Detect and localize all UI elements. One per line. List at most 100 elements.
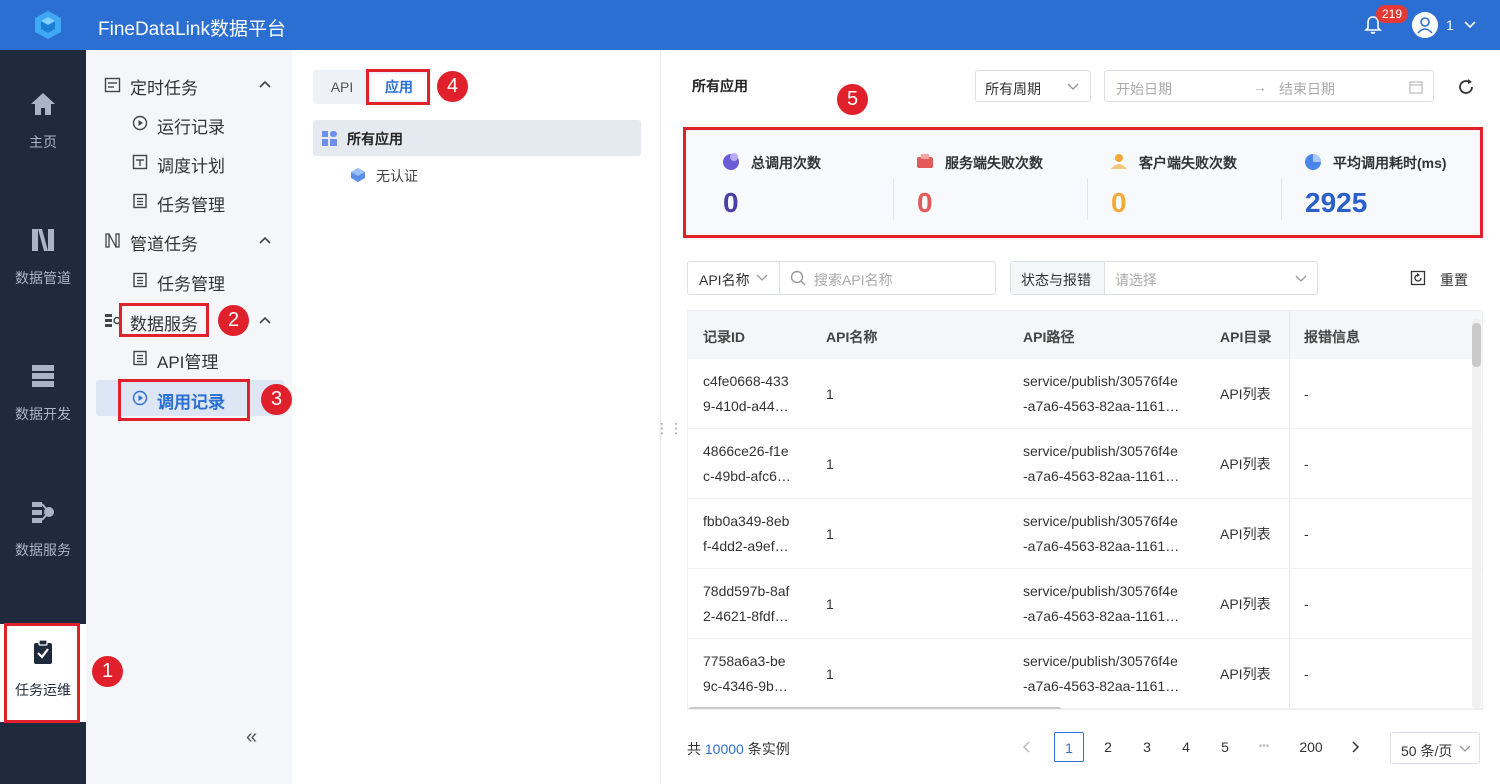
user-avatar-icon[interactable] — [1412, 12, 1438, 38]
cell-record-id: c-49bd-afc6… — [703, 468, 791, 484]
logo-cube-icon[interactable] — [32, 9, 64, 41]
sidebar-item-label: 运行记录 — [157, 118, 225, 137]
annotation-box-4 — [366, 69, 430, 105]
cell-error: - — [1304, 386, 1309, 402]
page-button[interactable]: 5 — [1210, 732, 1240, 762]
status-filter-label: 状态与报错 — [1021, 272, 1091, 288]
api-search-filter: API名称 搜索API名称 — [687, 261, 996, 295]
status-filter[interactable]: 状态与报错 请选择 — [1010, 261, 1318, 295]
annotation-box-2 — [119, 303, 209, 337]
rail-item-label: 数据服务 — [15, 542, 71, 558]
scrollbar-thumb[interactable] — [1472, 323, 1481, 367]
cell-api-name: 1 — [826, 386, 834, 402]
sidebar-item-run-records[interactable]: 运行记录 — [96, 105, 284, 141]
start-date-input[interactable]: 开始日期 — [1116, 79, 1172, 99]
page-ellipsis[interactable]: ••• — [1249, 732, 1279, 762]
data-service-icon — [32, 502, 54, 523]
tree-node-all-apps[interactable]: 所有应用 — [313, 120, 641, 156]
page-button[interactable]: 1 — [1054, 732, 1084, 762]
top-bar: FineDataLink数据平台 219 1 — [0, 0, 1500, 50]
annotation-marker: 3 — [261, 384, 292, 415]
cell-api-path: service/publish/30576f4e — [1023, 653, 1178, 669]
cell-record-id: 2-4621-8fdf… — [703, 608, 789, 624]
notification-badge: 219 — [1376, 5, 1409, 23]
column-header[interactable]: API名称 — [826, 327, 877, 347]
table-row[interactable]: c4fe0668-433 9-410d-a44… 1 service/publi… — [688, 359, 1482, 429]
cell-api-path: -a7a6-4563-82aa-1161… — [1023, 538, 1180, 554]
page-button[interactable]: 2 — [1093, 732, 1123, 762]
chevron-up-icon[interactable] — [258, 78, 272, 90]
tree-node-label: 所有应用 — [347, 131, 403, 147]
page-button[interactable]: 4 — [1171, 732, 1201, 762]
cell-record-id: c4fe0668-433 — [703, 373, 789, 389]
table-row[interactable]: 4866ce26-f1e c-49bd-afc6… 1 service/publ… — [688, 429, 1482, 499]
rail-item-data-service[interactable]: 数据服务 — [0, 498, 86, 598]
period-select[interactable]: 所有周期 — [975, 70, 1091, 102]
calendar-icon — [104, 77, 121, 93]
rail-item-dev[interactable]: 数据开发 — [0, 362, 86, 462]
user-name[interactable]: 1 — [1446, 17, 1454, 33]
cube-icon — [351, 168, 365, 182]
column-header[interactable]: 报错信息 — [1304, 327, 1360, 347]
table-row[interactable]: 7758a6a3-be 9c-4346-9b… 1 service/publis… — [688, 639, 1482, 709]
cell-api-path: -a7a6-4563-82aa-1161… — [1023, 678, 1180, 694]
cell-api-path: service/publish/30576f4e — [1023, 583, 1178, 599]
vertical-scrollbar[interactable] — [1472, 319, 1481, 709]
cell-api-path: -a7a6-4563-82aa-1161… — [1023, 468, 1180, 484]
cell-api-path: service/publish/30576f4e — [1023, 443, 1178, 459]
reset-icon — [1410, 270, 1426, 286]
table-row[interactable]: 78dd597b-8af 2-4621-8fdf… 1 service/publ… — [688, 569, 1482, 639]
rail-item-label: 数据管道 — [15, 270, 71, 286]
sidebar-item-pipeline-task-management[interactable]: 任务管理 — [96, 262, 284, 298]
refresh-icon[interactable] — [1456, 77, 1476, 97]
next-page-icon[interactable] — [1340, 732, 1370, 762]
rail-item-pipeline[interactable]: 数据管道 — [0, 226, 86, 326]
database-icon — [32, 365, 54, 387]
search-field-select[interactable]: API名称 — [688, 262, 780, 294]
table-row[interactable]: fbb0a349-8eb f-4dd2-a9ef… 1 service/publ… — [688, 499, 1482, 569]
page-size-select[interactable]: 50 条/页 — [1390, 732, 1480, 764]
column-header[interactable]: API目录 — [1220, 327, 1271, 347]
page-button[interactable]: 3 — [1132, 732, 1162, 762]
sidebar-group-pipeline[interactable]: 管道任务 — [86, 222, 292, 258]
search-input[interactable]: 搜索API名称 — [814, 270, 893, 290]
column-header[interactable]: API路径 — [1023, 327, 1074, 347]
horizontal-scrollbar[interactable] — [688, 707, 1062, 709]
tree-node-label: 无认证 — [376, 168, 418, 184]
sidebar-item-schedule[interactable]: 调度计划 — [96, 144, 284, 180]
annotation-marker: 4 — [437, 71, 468, 102]
cell-api-dir: API列表 — [1220, 526, 1271, 542]
status-filter-label-box: 状态与报错 — [1011, 262, 1105, 294]
search-icon — [790, 270, 806, 286]
tab-api[interactable]: API — [315, 74, 369, 100]
prev-page-icon[interactable] — [1012, 732, 1042, 762]
cell-record-id: fbb0a349-8eb — [703, 513, 790, 529]
date-range-picker[interactable]: 开始日期 → 结束日期 — [1104, 70, 1434, 102]
column-header[interactable]: 记录ID — [703, 327, 745, 347]
chevron-up-icon[interactable] — [258, 314, 272, 326]
sidebar-item-task-management[interactable]: 任务管理 — [96, 183, 284, 219]
cell-record-id: f-4dd2-a9ef… — [703, 538, 789, 554]
period-select-value: 所有周期 — [985, 81, 1041, 97]
status-select[interactable]: 请选择 — [1115, 270, 1157, 290]
chevron-down-icon[interactable] — [1462, 17, 1478, 33]
cell-error: - — [1304, 526, 1309, 542]
cell-api-path: -a7a6-4563-82aa-1161… — [1023, 398, 1180, 414]
cell-error: - — [1304, 456, 1309, 472]
rail-item-label: 数据开发 — [15, 406, 71, 422]
cell-record-id: 9-410d-a44… — [703, 398, 789, 414]
page-size-value: 50 条/页 — [1401, 743, 1453, 759]
cell-api-dir: API列表 — [1220, 386, 1271, 402]
sidebar-group-scheduled[interactable]: 定时任务 — [86, 66, 292, 102]
cell-api-dir: API列表 — [1220, 596, 1271, 612]
cell-api-name: 1 — [826, 666, 834, 682]
chevron-up-icon[interactable] — [258, 234, 272, 246]
page-button[interactable]: 200 — [1294, 732, 1328, 762]
home-icon — [31, 93, 55, 115]
rail-item-home[interactable]: 主页 — [0, 90, 86, 190]
collapse-sidebar-button[interactable]: « — [246, 726, 257, 749]
end-date-input[interactable]: 结束日期 — [1279, 79, 1335, 99]
rail-item-label: 主页 — [29, 134, 57, 150]
cell-api-name: 1 — [826, 456, 834, 472]
sidebar-item-api-management[interactable]: API管理 — [96, 340, 284, 376]
